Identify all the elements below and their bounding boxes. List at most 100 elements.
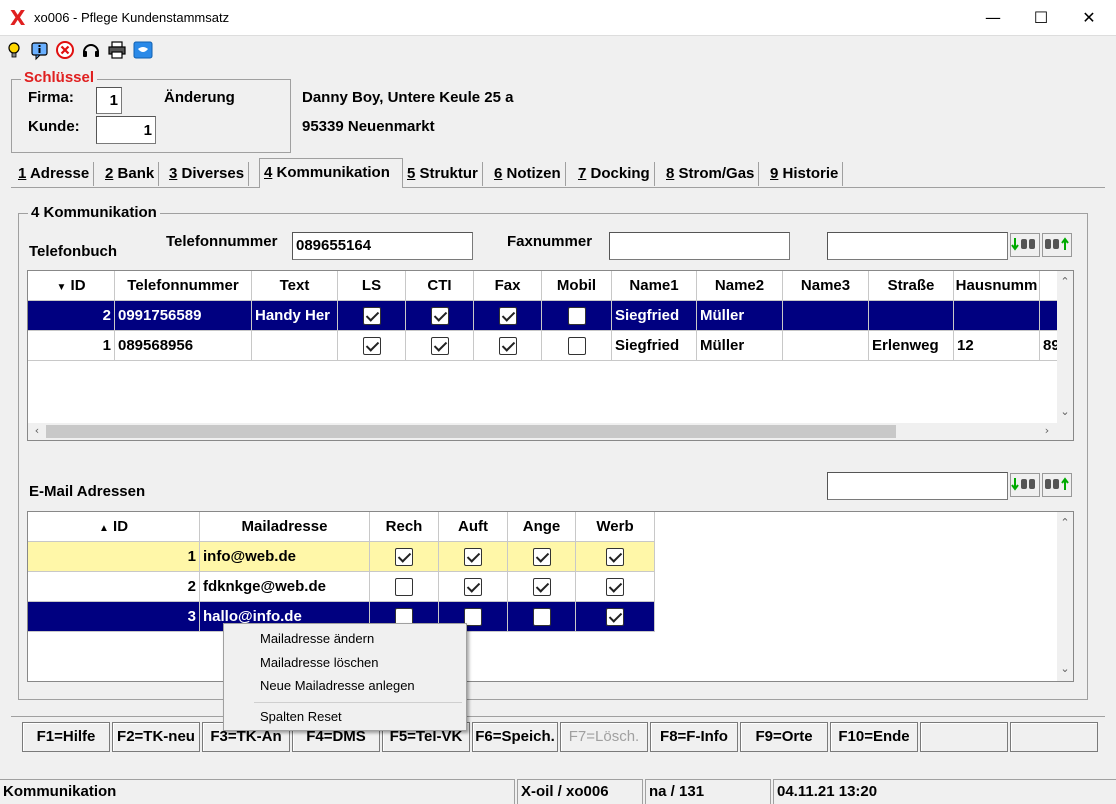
col-header-hausnummer[interactable]: Hausnumm <box>954 271 1040 301</box>
headset-icon[interactable] <box>81 40 103 62</box>
col-header-name3[interactable]: Name3 <box>783 271 869 301</box>
col-header-cti[interactable]: CTI <box>406 271 474 301</box>
tab-diverses[interactable]: 3 Diverses <box>165 162 250 186</box>
tab-struktur[interactable]: 5 Struktur <box>403 162 483 186</box>
checkbox-auft[interactable] <box>464 578 482 597</box>
col-header-name2[interactable]: Name2 <box>697 271 783 301</box>
telefonnummer-input[interactable]: 089655164 <box>292 232 473 260</box>
col-header-mobil[interactable]: Mobil <box>542 271 612 301</box>
checkbox-ange[interactable] <box>532 578 551 597</box>
phone-grid-vscroll[interactable] <box>1057 271 1073 424</box>
scroll-up-icon[interactable]: ⌃ <box>1057 516 1073 529</box>
scroll-down-icon[interactable]: ⌄ <box>1057 662 1073 675</box>
email-find-next-button[interactable] <box>1010 473 1040 497</box>
f10-ende-button[interactable]: F10=Ende <box>830 722 918 752</box>
lightbulb-icon[interactable] <box>5 40 27 62</box>
maximize-button[interactable]: ☐ <box>1018 0 1064 36</box>
checkbox-ls[interactable] <box>362 307 381 326</box>
col-header-ls[interactable]: LS <box>338 271 406 301</box>
checkbox-fax[interactable] <box>498 337 517 356</box>
cell-ls[interactable] <box>338 331 406 361</box>
cell-fax[interactable] <box>474 331 542 361</box>
cell-auft[interactable] <box>439 542 508 572</box>
close-button[interactable]: ✕ <box>1066 0 1112 36</box>
col-header-name1[interactable]: Name1 <box>612 271 697 301</box>
checkbox-cti[interactable] <box>430 337 449 356</box>
cell-ls[interactable] <box>338 301 406 331</box>
col-header-werb[interactable]: Werb <box>576 512 655 542</box>
f1-help-button[interactable]: F1=Hilfe <box>22 722 110 752</box>
menu-item-neue-mailadresse[interactable]: Neue Mailadresse anlegen <box>260 675 415 697</box>
kunde-input[interactable]: 1 <box>96 116 156 144</box>
col-header-ange[interactable]: Ange <box>508 512 576 542</box>
f12-empty-button[interactable] <box>1010 722 1098 752</box>
f6-speichern-button[interactable]: F6=Speich. <box>472 722 558 752</box>
tab-notizen[interactable]: 6 Notizen <box>490 162 566 186</box>
f7-loeschen-button[interactable]: F7=Lösch. <box>560 722 648 752</box>
checkbox-werb[interactable] <box>606 608 624 627</box>
cancel-icon[interactable] <box>55 40 77 62</box>
tab-strom-gas[interactable]: 8 Strom/Gas <box>662 162 760 186</box>
phone-search-input[interactable] <box>827 232 1008 260</box>
checkbox-auft[interactable] <box>464 548 482 567</box>
hscroll-thumb[interactable] <box>46 425 896 438</box>
col-header-rech[interactable]: Rech <box>370 512 439 542</box>
tab-docking[interactable]: 7 Docking <box>574 162 655 186</box>
scroll-left-icon[interactable]: ‹ <box>30 424 44 437</box>
message-icon[interactable] <box>133 40 155 62</box>
checkbox-cti[interactable] <box>430 307 449 326</box>
cell-werb[interactable] <box>576 572 655 602</box>
f11-empty-button[interactable] <box>920 722 1008 752</box>
checkbox-ls[interactable] <box>362 337 381 356</box>
checkbox-werb[interactable] <box>606 578 624 597</box>
col-header-telefonnummer[interactable]: Telefonnummer <box>115 271 252 301</box>
col-header-text[interactable]: Text <box>252 271 338 301</box>
col-header-mailadresse[interactable]: Mailadresse <box>200 512 370 542</box>
scroll-up-icon[interactable]: ⌃ <box>1057 275 1073 288</box>
cell-cti[interactable] <box>406 301 474 331</box>
email-grid-vscroll[interactable] <box>1057 512 1073 681</box>
cell-mobil[interactable] <box>542 301 612 331</box>
cell-fax[interactable] <box>474 301 542 331</box>
cell-mobil[interactable] <box>542 331 612 361</box>
cell-ange[interactable] <box>508 602 576 632</box>
f9-orte-button[interactable]: F9=Orte <box>740 722 828 752</box>
minimize-button[interactable]: — <box>970 0 1016 36</box>
printer-icon[interactable] <box>107 40 129 62</box>
email-find-prev-button[interactable] <box>1042 473 1072 497</box>
checkbox-ange[interactable] <box>532 608 551 627</box>
col-header-fax[interactable]: Fax <box>474 271 542 301</box>
scroll-right-icon[interactable]: › <box>1040 424 1054 437</box>
phone-find-next-button[interactable] <box>1010 233 1040 257</box>
cell-werb[interactable] <box>576 542 655 572</box>
phone-grid[interactable]: ▼ ID Telefonnummer Text LS CTI Fax Mobil… <box>27 270 1074 441</box>
phone-find-prev-button[interactable] <box>1042 233 1072 257</box>
f2-tk-neu-button[interactable]: F2=TK-neu <box>112 722 200 752</box>
tab-bank[interactable]: 2 Bank <box>101 162 160 186</box>
cell-ange[interactable] <box>508 572 576 602</box>
email-grid[interactable]: ▲ ID Mailadresse Rech Auft Ange Werb 1 i… <box>27 511 1074 682</box>
menu-item-mailadresse-aendern[interactable]: Mailadresse ändern <box>260 628 374 650</box>
tab-historie[interactable]: 9 Historie <box>766 162 844 186</box>
checkbox-mobil[interactable] <box>567 307 586 326</box>
checkbox-ange[interactable] <box>532 548 551 567</box>
col-header-auft[interactable]: Auft <box>439 512 508 542</box>
faxnummer-input[interactable] <box>609 232 790 260</box>
cell-auft[interactable] <box>439 572 508 602</box>
f8-f-info-button[interactable]: F8=F-Info <box>650 722 738 752</box>
email-search-input[interactable] <box>827 472 1008 500</box>
tab-kommunikation[interactable]: 4 Kommunikation <box>259 158 403 188</box>
cell-ange[interactable] <box>508 542 576 572</box>
cell-cti[interactable] <box>406 331 474 361</box>
checkbox-rech[interactable] <box>395 548 413 567</box>
col-header-strasse[interactable]: Straße <box>869 271 954 301</box>
checkbox-fax[interactable] <box>498 307 517 326</box>
checkbox-mobil[interactable] <box>567 337 586 356</box>
scroll-down-icon[interactable]: ⌄ <box>1057 405 1073 418</box>
checkbox-rech[interactable] <box>395 578 413 597</box>
checkbox-werb[interactable] <box>606 548 624 567</box>
cell-rech[interactable] <box>370 542 439 572</box>
col-header-id[interactable]: ▼ ID <box>28 271 115 301</box>
firma-input[interactable]: 1 <box>96 87 122 114</box>
tab-adresse[interactable]: 1 Adresse <box>14 162 95 186</box>
